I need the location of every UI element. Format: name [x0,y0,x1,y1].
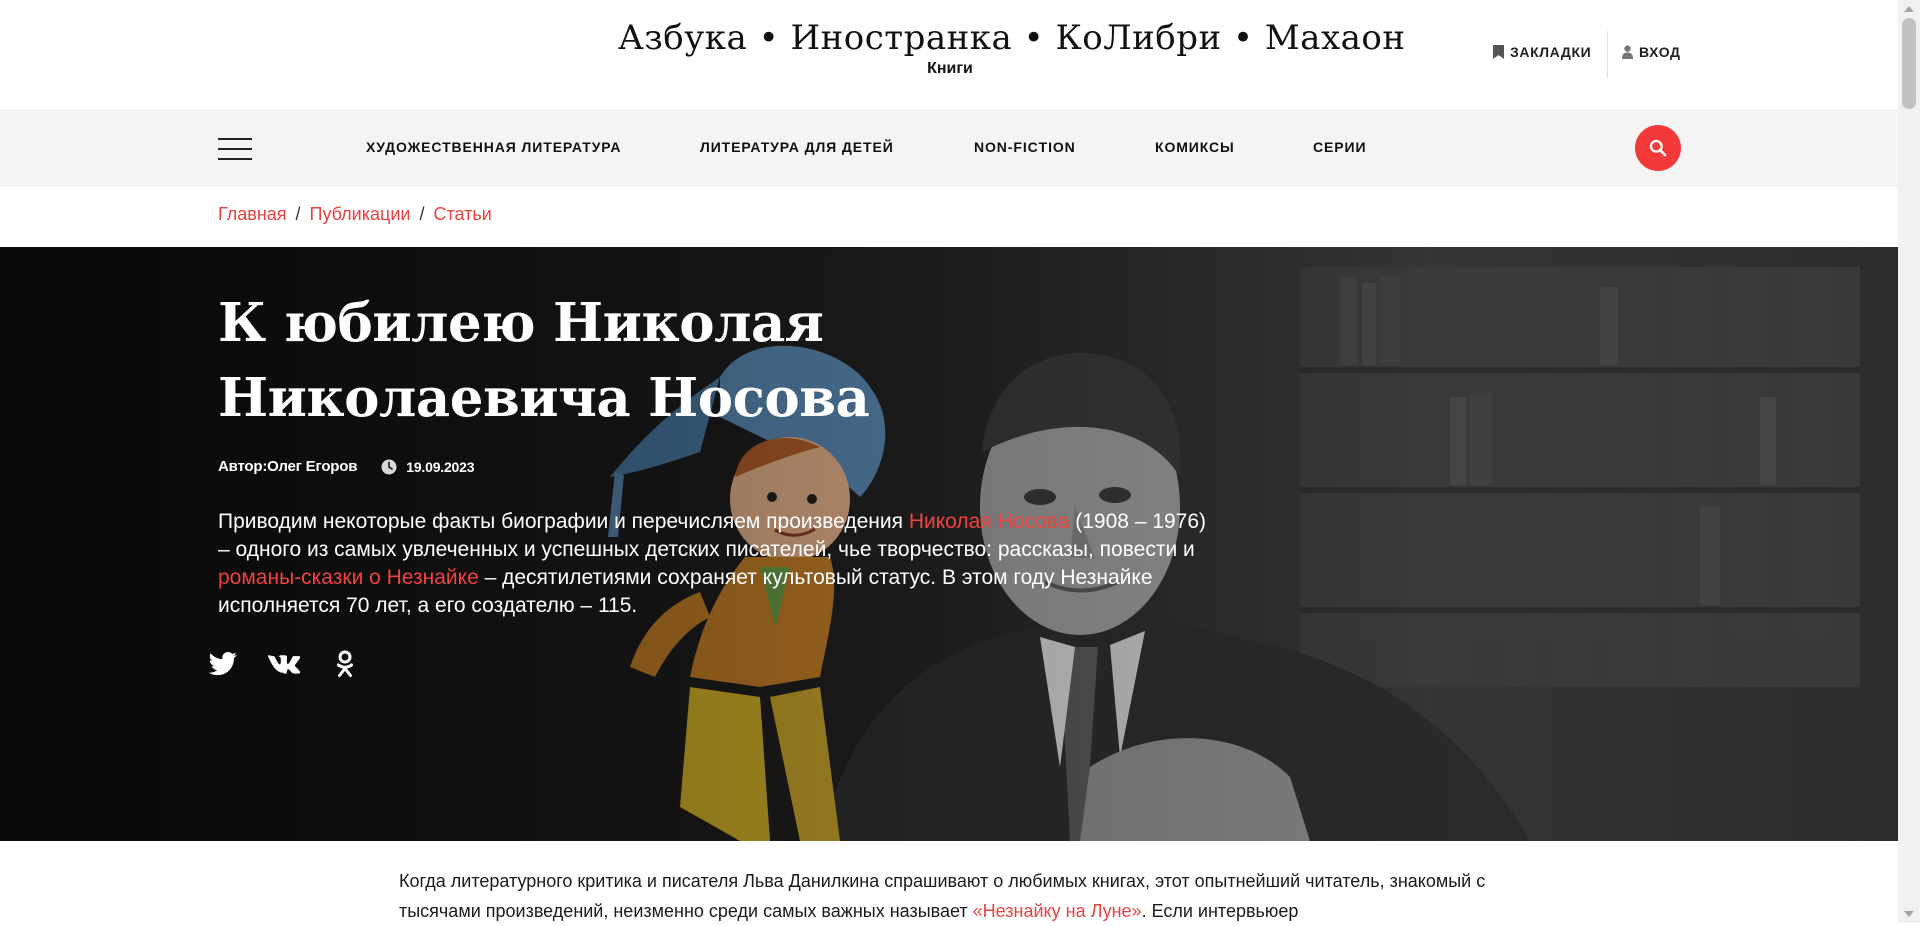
article-lead: Приводим некоторые факты биографии и пер… [218,508,1208,620]
hamburger-menu-icon[interactable] [218,138,252,160]
login-link[interactable]: Вход [1622,44,1681,60]
user-icon [1622,45,1633,59]
brand-logo[interactable]: Азбука • Иностранка • КоЛибри • Махаон К… [618,18,1405,78]
article-author[interactable]: Автор:Олег Егоров [218,458,357,475]
nav-item-non-fiction[interactable]: Non-fiction [974,139,1076,155]
search-icon [1649,139,1667,157]
article-date-wrap: 19.09.2023 [381,458,475,475]
article-meta: Автор:Олег Егоров 19.09.2023 [218,458,475,475]
scrollbar-thumb[interactable] [1902,18,1916,109]
nav-item-series[interactable]: Серии [1313,139,1366,155]
nav-item-fiction[interactable]: Художественная литература [366,139,621,155]
lead-link-nosov[interactable]: Николая Носова [909,510,1070,533]
breadcrumb-articles[interactable]: Статьи [433,204,491,224]
article-hero: К юбилею Николая Николаевича Носова Авто… [0,247,1898,841]
scroll-up-icon[interactable] [1904,6,1914,12]
article-body: Когда литературного критика и писателя Л… [399,866,1519,926]
page-scrollbar[interactable] [1898,0,1920,923]
body-link-neznayka-na-lune[interactable]: «Незнайку на Луне» [973,901,1142,921]
nav-item-comics[interactable]: Комиксы [1155,139,1235,155]
breadcrumb: Главная / Публикации / Статьи [218,204,492,225]
clock-icon [381,459,397,474]
main-nav: Художественная литература Литература для… [0,109,1898,187]
nav-item-children[interactable]: Литература для детей [700,139,894,155]
login-label: Вход [1639,44,1681,60]
search-button[interactable] [1635,125,1681,171]
body-text-1: Когда литературного критика и писателя Л… [399,871,1486,921]
twitter-icon[interactable] [206,647,240,681]
body-text-2: . Если интервьюер [1141,901,1299,921]
article-title: К юбилею Николая Николаевича Носова [218,292,870,429]
bookmarks-link[interactable]: Закладки [1493,44,1591,60]
breadcrumb-publications[interactable]: Публикации [310,204,411,224]
breadcrumb-home[interactable]: Главная [218,204,287,224]
breadcrumb-separator: / [295,204,301,224]
bookmark-icon [1493,45,1504,59]
scroll-down-icon[interactable] [1904,911,1914,917]
bookmarks-label: Закладки [1510,44,1592,60]
share-buttons [206,647,362,681]
vk-icon[interactable] [267,647,301,681]
article-date: 19.09.2023 [406,458,475,475]
odnoklassniki-icon[interactable] [328,647,362,681]
lead-link-neznayka[interactable]: романы-сказки о Незнайке [218,566,479,589]
lead-text-1: Приводим некоторые факты биографии и пер… [218,510,909,533]
brand-subtitle: Книги [927,60,973,77]
brand-title[interactable]: Азбука • Иностранка • КоЛибри • Махаон [618,18,1405,58]
site-header: Азбука • Иностранка • КоЛибри • Махаон К… [0,0,1898,109]
breadcrumb-separator: / [419,204,425,224]
header-divider [1607,31,1608,78]
